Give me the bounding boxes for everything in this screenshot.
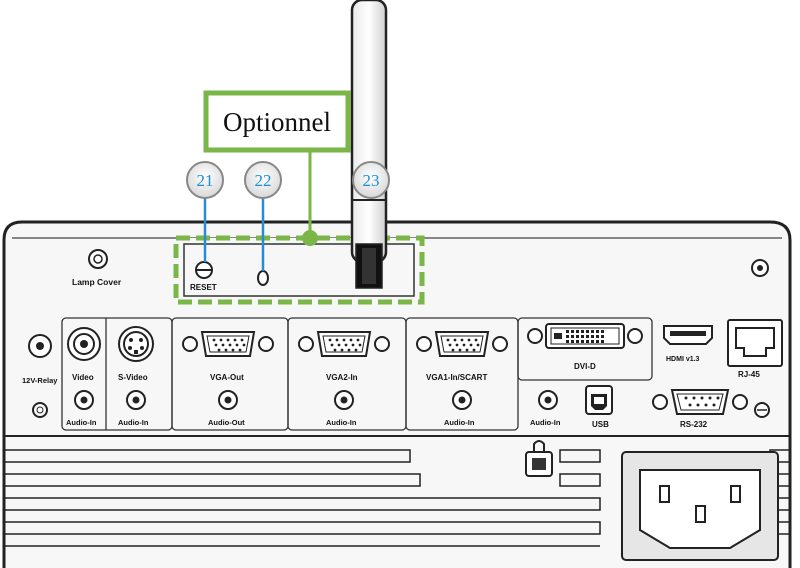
marker-22-number: 22	[255, 171, 272, 190]
s-video-audio-jack-icon	[126, 390, 146, 410]
12v-relay-label: 12V-Relay	[22, 376, 58, 385]
12v-relay-jack-icon	[28, 334, 52, 358]
s-video-label: S-Video	[118, 373, 148, 382]
audio-in-label-5: Audio-In	[530, 418, 561, 427]
power-socket	[621, 451, 779, 561]
wireless-antenna	[350, 0, 388, 289]
lamp-cover-label: Lamp Cover	[72, 277, 122, 287]
audio-out-jack-icon	[218, 390, 238, 410]
marker-21: 21	[186, 161, 224, 199]
panel-screw-icon	[751, 259, 769, 277]
video-rca-jack-icon	[67, 327, 101, 361]
dvi-d-port-icon	[527, 323, 643, 349]
vga1-audio-jack-icon	[452, 390, 472, 410]
audio-out-label: Audio-Out	[208, 418, 245, 427]
marker-23-number: 23	[363, 171, 380, 190]
reset-button-icon	[195, 261, 213, 279]
lamp-cover-screw-icon	[88, 249, 108, 269]
ground-screw-icon-right	[754, 402, 770, 418]
marker-21-number: 21	[197, 171, 214, 190]
audio-in-label-2: Audio-In	[118, 418, 149, 427]
usb-port-icon	[585, 385, 613, 415]
audio-in-label-1: Audio-In	[66, 418, 97, 427]
status-led-icon	[257, 270, 269, 286]
video-audio-jack-icon	[74, 390, 94, 410]
callout-anchor-dot	[302, 230, 318, 246]
vga1-in-label: VGA1-In/SCART	[426, 373, 487, 382]
hdmi-port-icon	[663, 325, 713, 345]
marker-22: 22	[244, 161, 282, 199]
projector-rear-panel-diagram: Lamp Cover RESET Optionnel 21 22 23 12V-…	[2, 0, 792, 568]
dvi-d-label: DVI-D	[574, 362, 596, 371]
usb-label: USB	[592, 420, 609, 429]
rj45-port-icon	[727, 319, 783, 367]
reset-label: RESET	[190, 283, 217, 292]
hdmi-label: HDMI v1.3	[666, 356, 700, 363]
rs232-label: RS-232	[680, 420, 708, 429]
audio-in-label-3: Audio-In	[326, 418, 357, 427]
vga2-audio-jack-icon	[334, 390, 354, 410]
audio-in-jack-icon-5	[538, 390, 558, 410]
marker-23: 23	[352, 161, 390, 199]
ground-screw-icon	[32, 402, 48, 418]
audio-in-label-4: Audio-In	[444, 418, 475, 427]
s-video-jack-icon	[118, 326, 154, 362]
video-label: Video	[72, 373, 94, 382]
vga2-in-label: VGA2-In	[326, 373, 358, 382]
rj45-label: RJ-45	[738, 370, 760, 379]
vga-out-label: VGA-Out	[210, 373, 244, 382]
optionnel-title: Optionnel	[223, 107, 331, 137]
